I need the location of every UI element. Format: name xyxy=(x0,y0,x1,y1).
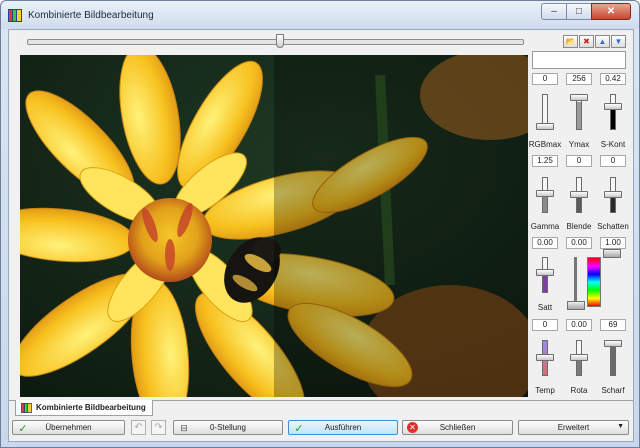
tab-kombinierte-bildbearbeitung[interactable]: Kombinierte Bildbearbeitung xyxy=(15,400,153,416)
slider-thumb[interactable] xyxy=(570,191,588,198)
scharf-slider[interactable] xyxy=(604,340,622,376)
reset-button-label: 0-Stellung xyxy=(209,423,247,432)
gamma-label: Gamma xyxy=(530,222,560,231)
chevron-down-icon: ▼ xyxy=(617,423,624,430)
hue-range-thumb[interactable] xyxy=(603,249,621,258)
scharf-label: Scharf xyxy=(601,386,625,395)
redo-button[interactable]: ↷ xyxy=(151,420,166,435)
schatten-label: Schatten xyxy=(597,222,629,231)
slider-thumb[interactable] xyxy=(536,269,554,276)
slider-thumb[interactable] xyxy=(536,123,554,130)
rota-label: Rota xyxy=(570,386,588,395)
title-bar[interactable]: Kombinierte Bildbearbeitung – □ ✕ xyxy=(1,1,639,29)
execute-button[interactable]: ✓ Ausführen xyxy=(288,420,398,435)
execute-button-label: Ausführen xyxy=(324,423,362,432)
checkmark-icon: ✓ xyxy=(18,422,28,435)
hue-slider[interactable] xyxy=(567,257,585,311)
satt-value[interactable]: 0.00 xyxy=(532,237,558,249)
slider-thumb[interactable] xyxy=(604,191,622,198)
slider-thumb[interactable] xyxy=(570,94,588,101)
blende-value[interactable]: 0 xyxy=(566,155,592,167)
processed-half-overlay xyxy=(274,55,528,397)
rota-slider[interactable] xyxy=(570,340,588,376)
app-icon xyxy=(21,403,32,413)
tab-strip: Kombinierte Bildbearbeitung xyxy=(9,400,633,418)
arrow-down-icon[interactable]: ▼ xyxy=(611,35,626,48)
slider-fill xyxy=(543,197,547,212)
ymax-slider[interactable] xyxy=(570,94,588,130)
skont-label: S-Kont xyxy=(600,140,626,149)
skont-value[interactable]: 0.42 xyxy=(600,73,626,85)
open-folder-icon[interactable]: 📂 xyxy=(563,35,578,48)
slider-fill xyxy=(577,197,581,212)
gamma-value[interactable]: 1.25 xyxy=(532,155,558,167)
scanner-icon: ⊟ xyxy=(180,422,188,433)
close-button[interactable]: ✕ Schließen xyxy=(402,420,513,435)
slider-fill xyxy=(577,360,581,375)
app-icon xyxy=(8,9,22,22)
slider-track xyxy=(574,257,577,307)
close-window-button[interactable]: ✕ xyxy=(591,3,631,20)
hue-value[interactable]: 0.00 xyxy=(566,237,592,249)
rgbmax-label: RGBmax xyxy=(528,140,562,149)
slider-thumb[interactable] xyxy=(536,190,554,197)
scharf-value[interactable]: 69 xyxy=(600,319,626,331)
minimize-button[interactable]: – xyxy=(541,3,567,20)
temp-slider[interactable] xyxy=(536,340,554,376)
slider-thumb[interactable] xyxy=(567,301,585,310)
undo-button[interactable]: ↶ xyxy=(131,420,146,435)
split-position-slider[interactable] xyxy=(27,34,524,48)
preview-image[interactable] xyxy=(20,55,528,397)
arrow-up-icon[interactable]: ▲ xyxy=(595,35,610,48)
skont-slider[interactable] xyxy=(604,94,622,130)
temp-value[interactable]: 0 xyxy=(532,319,558,331)
checkmark-icon: ✓ xyxy=(294,422,304,435)
temp-label: Temp xyxy=(535,386,555,395)
app-window: Kombinierte Bildbearbeitung – □ ✕ 📂 ✖ ▲ … xyxy=(0,0,640,448)
extended-dropdown-button[interactable]: Erweitert ▼ xyxy=(518,420,629,435)
hue-color-bar xyxy=(587,257,601,307)
slider-thumb[interactable] xyxy=(604,340,622,347)
ymax-label: Ymax xyxy=(568,140,590,149)
slider-fill xyxy=(577,102,581,129)
slider-thumb[interactable] xyxy=(604,103,622,110)
apply-button[interactable]: ✓ Übernehmen xyxy=(12,420,125,435)
schatten-value[interactable]: 0 xyxy=(600,155,626,167)
client-area: 📂 ✖ ▲ ▼ 0 256 0.42 RGBmax Ymax S-Kont 1.… xyxy=(8,29,634,442)
rota-value[interactable]: 0.00 xyxy=(566,319,592,331)
blende-label: Blende xyxy=(566,222,592,231)
split-slider-thumb[interactable] xyxy=(276,34,284,48)
maximize-button[interactable]: □ xyxy=(566,3,592,20)
reset-button[interactable]: ⊟ 0-Stellung xyxy=(173,420,283,435)
rgbmax-slider[interactable] xyxy=(536,94,554,130)
apply-button-label: Übernehmen xyxy=(45,423,92,432)
delete-icon[interactable]: ✖ xyxy=(579,35,594,48)
blende-slider[interactable] xyxy=(570,177,588,213)
hue-range-value[interactable]: 1.00 xyxy=(600,237,626,249)
ymax-value[interactable]: 256 xyxy=(566,73,592,85)
window-title: Kombinierte Bildbearbeitung xyxy=(28,10,154,21)
satt-label: Satt xyxy=(537,303,553,312)
slider-fill xyxy=(611,346,615,375)
rgbmax-value[interactable]: 0 xyxy=(532,73,558,85)
slider-fill xyxy=(611,197,615,212)
slider-fill xyxy=(611,110,615,129)
schatten-slider[interactable] xyxy=(604,177,622,213)
preset-field[interactable] xyxy=(532,51,626,69)
gamma-slider[interactable] xyxy=(536,177,554,213)
close-circle-icon: ✕ xyxy=(407,422,418,433)
slider-fill xyxy=(543,275,547,292)
tab-label: Kombinierte Bildbearbeitung xyxy=(36,403,146,412)
slider-thumb[interactable] xyxy=(570,354,588,361)
slider-thumb[interactable] xyxy=(536,354,554,361)
close-button-label: Schließen xyxy=(439,423,476,432)
extended-button-label: Erweitert xyxy=(557,423,590,432)
satt-slider[interactable] xyxy=(536,257,554,293)
